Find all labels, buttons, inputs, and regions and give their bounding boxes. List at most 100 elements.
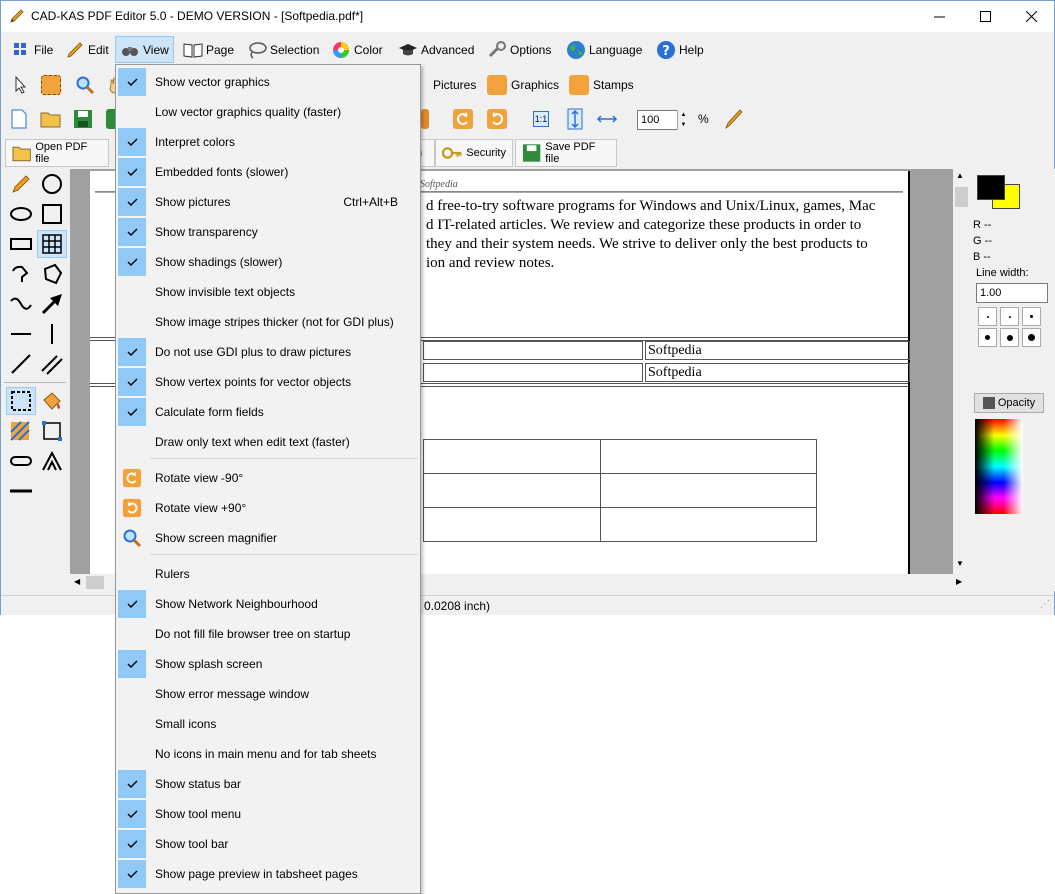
curve-tool[interactable] <box>6 290 36 318</box>
fit-width-button[interactable] <box>595 107 619 131</box>
maximize-button[interactable] <box>962 1 1008 32</box>
polygon-tool[interactable] <box>37 260 67 288</box>
stamps-button[interactable]: Stamps <box>569 73 634 97</box>
fit-height-button[interactable] <box>563 107 587 131</box>
view-menu-item[interactable]: Show vector graphics <box>118 67 418 97</box>
view-menu-item[interactable]: Show shadings (slower) <box>118 247 418 277</box>
horizontal-scroll-thumb[interactable] <box>86 576 104 589</box>
view-menu-item[interactable]: Show tool bar <box>118 829 418 859</box>
chevron-tool[interactable] <box>37 447 67 475</box>
foreground-color-swatch[interactable] <box>977 175 1005 200</box>
graphics-button[interactable]: Graphics <box>487 73 559 97</box>
view-menu-item[interactable]: Small icons <box>118 709 418 739</box>
view-menu-item[interactable]: Do not fill file browser tree on startup <box>118 619 418 649</box>
dot-size-4[interactable] <box>978 328 997 347</box>
view-menu-item[interactable]: Show splash screen <box>118 649 418 679</box>
view-menu-item[interactable]: No icons in main menu and for tab sheets <box>118 739 418 769</box>
view-menu-item[interactable]: Show error message window <box>118 679 418 709</box>
view-menu-item[interactable]: Show status bar <box>118 769 418 799</box>
resize-grip-icon[interactable]: ⋰ <box>1040 599 1050 610</box>
pattern-tool[interactable] <box>6 417 36 445</box>
menu-file[interactable]: File <box>7 36 57 63</box>
menu-color[interactable]: Color <box>327 36 387 63</box>
menu-language[interactable]: Language <box>562 36 646 63</box>
dot-size-1[interactable] <box>978 307 997 326</box>
tab-security[interactable]: Security <box>435 139 513 167</box>
color-spectrum-picker[interactable] <box>975 419 1023 514</box>
open-folder-button[interactable] <box>39 107 63 131</box>
dot-size-3[interactable] <box>1022 307 1041 326</box>
dot-size-5[interactable] <box>1000 328 1019 347</box>
minimize-button[interactable] <box>916 1 962 32</box>
polyline-tool[interactable] <box>6 260 36 288</box>
view-menu-item[interactable]: Show page preview in tabsheet pages <box>118 859 418 889</box>
view-menu-item[interactable]: Rulers <box>118 559 418 589</box>
tab-open-pdf[interactable]: Open PDF file <box>5 139 109 167</box>
rotate-left-button[interactable] <box>451 107 475 131</box>
marquee-tool[interactable] <box>6 387 36 415</box>
rotate-right-button[interactable] <box>485 107 509 131</box>
view-menu-item[interactable]: Do not use GDI plus to draw pictures <box>118 337 418 367</box>
new-document-button[interactable] <box>7 107 31 131</box>
zoom-tool-button[interactable] <box>73 73 97 97</box>
view-menu-item[interactable]: Low vector graphics quality (faster) <box>118 97 418 127</box>
menu-edit[interactable]: Edit <box>61 36 113 63</box>
scroll-left-icon[interactable]: ◀ <box>74 577 80 586</box>
view-menu-item[interactable]: Interpret colors <box>118 127 418 157</box>
menu-help[interactable]: ? Help <box>652 36 708 63</box>
tab-save-pdf[interactable]: Save PDF file <box>515 139 617 167</box>
scroll-up-icon[interactable]: ▲ <box>956 171 964 180</box>
view-menu-item[interactable]: Rotate view +90° <box>118 493 418 523</box>
view-menu-item-label: Show pictures <box>155 195 231 209</box>
pencil-tool[interactable] <box>6 170 36 198</box>
menu-view[interactable]: View <box>115 36 174 63</box>
view-menu-item[interactable]: Show transparency <box>118 217 418 247</box>
brush-button[interactable] <box>721 107 745 131</box>
menu-options[interactable]: Options <box>483 36 555 63</box>
select-rect-button[interactable] <box>39 73 63 97</box>
view-menu-item[interactable]: Show invisible text objects <box>118 277 418 307</box>
scroll-right-icon[interactable]: ▶ <box>956 577 962 586</box>
close-button[interactable] <box>1008 1 1054 32</box>
vertical-line-tool[interactable] <box>37 320 67 348</box>
double-line-tool[interactable] <box>37 350 67 378</box>
zoom-actual-button[interactable]: 1:1 <box>529 107 553 131</box>
thick-line-tool[interactable] <box>6 477 36 505</box>
view-menu-item[interactable]: Show screen magnifier <box>118 523 418 553</box>
view-menu-item[interactable]: Show Network Neighbourhood <box>118 589 418 619</box>
menu-page[interactable]: Page <box>179 36 238 63</box>
vertical-scroll-thumb[interactable] <box>955 187 968 207</box>
view-menu-item[interactable]: Show vertex points for vector objects <box>118 367 418 397</box>
dot-size-2[interactable] <box>1000 307 1019 326</box>
view-menu-item[interactable]: Show pictures Ctrl+Alt+B <box>118 187 418 217</box>
view-menu-item[interactable]: Show tool menu <box>118 799 418 829</box>
view-menu-item[interactable]: Calculate form fields <box>118 397 418 427</box>
menu-advanced[interactable]: Advanced <box>394 36 478 63</box>
horizontal-line-tool[interactable] <box>6 320 36 348</box>
rectangle-icon <box>10 238 32 250</box>
fill-tool[interactable] <box>37 387 67 415</box>
rectangle-tool[interactable] <box>6 230 36 258</box>
grid-tool[interactable] <box>37 230 67 258</box>
view-menu-item[interactable]: Embedded fonts (slower) <box>118 157 418 187</box>
opacity-button[interactable]: Opacity <box>974 393 1044 413</box>
view-menu-item[interactable]: Show image stripes thicker (not for GDI … <box>118 307 418 337</box>
diagonal-line-tool[interactable] <box>6 350 36 378</box>
line-width-input[interactable]: 1.00 <box>976 283 1048 303</box>
transform-tool[interactable] <box>37 417 67 445</box>
ellipse-tool[interactable] <box>6 200 36 228</box>
pointer-tool-button[interactable] <box>9 73 33 97</box>
arrow-tool[interactable] <box>37 290 67 318</box>
zoom-spinner[interactable]: ▲ ▼ <box>677 110 689 130</box>
scroll-down-icon[interactable]: ▼ <box>956 559 964 568</box>
view-menu-item[interactable]: Rotate view -90° <box>118 463 418 493</box>
view-menu-item[interactable]: Draw only text when edit text (faster) <box>118 427 418 457</box>
menu-selection[interactable]: Selection <box>243 36 323 63</box>
save-button[interactable] <box>71 107 95 131</box>
vertical-scrollbar[interactable]: ▲ ▼ <box>953 169 970 574</box>
dot-size-6[interactable] <box>1022 328 1041 347</box>
view-menu-item-label: Interpret colors <box>155 135 236 149</box>
rounded-line-tool[interactable] <box>6 447 36 475</box>
circle-tool[interactable] <box>37 170 67 198</box>
square-tool[interactable] <box>37 200 67 228</box>
